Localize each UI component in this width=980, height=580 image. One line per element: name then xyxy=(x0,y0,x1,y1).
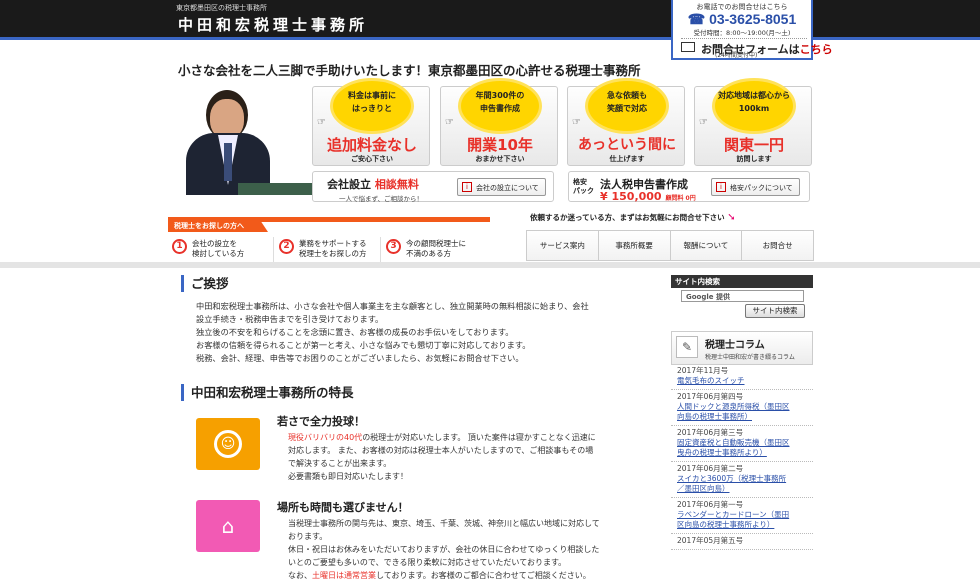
mail-icon xyxy=(681,42,695,52)
phone-number: 03-3625-8051 xyxy=(709,11,797,27)
finder-item-setup[interactable]: 1 会社の設立を 検討している方 xyxy=(168,237,274,265)
greeting-text: 中田和宏税理士事務所は、小さな会社や個人事業主を主な顧客とし、独立開業時の無料相… xyxy=(196,301,589,363)
global-nav: サービス案内 事務所概要 報酬について お問合せ xyxy=(526,230,814,261)
promo-headline: 関東一円 xyxy=(723,136,784,154)
feature-title: 場所も時間も選びません！ xyxy=(277,501,409,514)
list-item: 2017年06月第一号 ラベンダーとカードローン（墨田 区向島の税理士事務所より… xyxy=(671,498,813,534)
arrow-down-icon: ➘ xyxy=(727,212,736,223)
promo-sub: 訪問します xyxy=(736,155,772,163)
promo-top: 急な依頼も xyxy=(607,91,647,100)
column-header[interactable]: ✎ 税理士コラム 税理士中田和宏が書き綴るコラム xyxy=(671,331,813,365)
feature-text: 当税理士事務所の関与先は、東京、埼玉、千葉、茨城、神奈川と幅広い地域に対応して … xyxy=(288,519,600,580)
finder-item-support[interactable]: 2 業務をサポートする 税理士をお探しの方 xyxy=(275,237,381,265)
site-search-header: サイト内検索 xyxy=(671,275,813,288)
number-badge: 1 xyxy=(172,239,187,254)
form-hours: (24時間受付中) xyxy=(715,52,758,59)
doc-icon: i xyxy=(716,182,726,192)
promo-mid: はっきりと xyxy=(352,104,392,113)
feature-text: 現役バリバリの40代の税理士が対応いたします。 頂いた案件は寝かすことなく迅速に… xyxy=(288,433,596,481)
search-input[interactable]: Google 提供 xyxy=(681,290,804,302)
company-setup-banner: 会社設立 相談無料 一人で悩まず、ご相談から！ i 会社の設立について xyxy=(312,171,554,203)
number-badge: 3 xyxy=(386,239,401,254)
page: 東京都墨田区の税理士事務所 中田和宏税理士事務所 お電話でのお問合せはこちら ☎… xyxy=(0,0,980,580)
promo-area[interactable]: 対応地域は都心から 100km ☞ 関東一円 訪問します xyxy=(694,81,812,166)
nav-services[interactable]: サービス案内 xyxy=(527,231,599,260)
finder-item-unhappy[interactable]: 3 今の顧問税理士に 不満のある方 xyxy=(382,237,488,265)
doc-icon: i xyxy=(462,182,472,192)
column-sub: 税理士中田和宏が書き綴るコラム xyxy=(705,354,795,361)
setup-title: 会社設立 相談無料 xyxy=(327,178,419,191)
finder-panel: 税理士をお探しの方へ 1 会社の設立を 検討している方 2 業務をサポートする 税理… xyxy=(168,217,490,265)
feature-title: 若さで全力投球！ xyxy=(277,415,365,428)
promo-10-years[interactable]: 年間300件の 申告書作成 ☞ 開業10年 おまかせ下さい xyxy=(440,81,558,166)
list-item: 2017年11月号 電気毛布のスイッチ xyxy=(671,364,813,390)
column-title: 税理士コラム xyxy=(705,340,765,351)
pen-icon: ✎ xyxy=(676,336,698,358)
promo-mid: 100km xyxy=(738,104,770,113)
tax-price: ¥ 150,000 顧問料 0円 xyxy=(600,190,696,203)
promo-sub: ご安心下さい xyxy=(351,155,393,163)
site-header: 東京都墨田区の税理士事務所 中田和宏税理士事務所 xyxy=(0,0,980,40)
page-slogan: 小さな会社を二人三脚で手助けいたします！東京都墨田区の心許せる税理士事務所 xyxy=(178,63,641,78)
promo-fast[interactable]: 急な依頼も笑顔で対応 ☞ あっという間に 仕上げます xyxy=(567,81,685,166)
promo-no-extra-fee[interactable]: 料金は事前に はっきりと ☞ 追加料金なし ご安心下さい xyxy=(312,81,430,166)
pointing-hand-icon: ☞ xyxy=(572,117,581,128)
home-icon: ⌂ xyxy=(221,514,235,538)
contact-form-link[interactable]: お問合せフォームはこちら (24時間受付中) xyxy=(681,38,833,59)
promo-top: 対応地域は都心から xyxy=(718,91,790,100)
accountant-photo xyxy=(178,85,318,195)
promo-headline: 開業10年 xyxy=(467,136,533,154)
list-item: 2017年05月第五号 xyxy=(671,534,813,550)
site-logo[interactable]: 中田和宏税理士事務所 xyxy=(178,14,368,35)
finder-label: 税理士をお探しの方へ xyxy=(168,220,268,232)
contact-phone[interactable]: ☎ 03-3625-8051 xyxy=(673,12,811,27)
promo-top: 年間300件の xyxy=(475,91,525,100)
promo-headline: あっという間に xyxy=(578,137,676,153)
greeting-heading: ご挨拶 xyxy=(181,275,229,292)
promo-sub: 仕上げます xyxy=(609,155,645,163)
tax-pack-banner: 格安 パック 法人税申告書作成 ¥ 150,000 顧問料 0円 i 格安パックにつ… xyxy=(568,171,810,203)
number-badge: 2 xyxy=(279,239,294,254)
promo-top: 料金は事前に xyxy=(348,91,396,100)
promo-mid: 申告書作成 xyxy=(480,104,520,113)
contact-box: お電話でのお問合せはこちら ☎ 03-3625-8051 受付時間：8:00～1… xyxy=(671,0,833,60)
setup-sub: 一人で悩まず、ご相談から！ xyxy=(339,195,424,203)
list-item: 2017年06月第三号 固定資産税と自動販売機（墨田区 曳舟の税理士事務所より） xyxy=(671,426,813,462)
nav-contact[interactable]: お問合せ xyxy=(742,231,813,260)
list-item: 2017年06月第二号 スイカと3600万（税理士事務所 ／墨田区向島） xyxy=(671,462,813,498)
promo-mid: 笑顔で対応 xyxy=(607,104,647,113)
nav-fees[interactable]: 報酬について xyxy=(671,231,743,260)
column-list: 2017年11月号 電気毛布のスイッチ 2017年06月第四号 人間ドックと源泉… xyxy=(671,364,813,550)
search-button[interactable]: サイト内検索 xyxy=(745,304,805,318)
header-tagline: 東京都墨田区の税理士事務所 xyxy=(176,4,267,12)
pointing-hand-icon: ☞ xyxy=(445,117,454,128)
feature-icon-smile: ☺ xyxy=(196,418,260,470)
smile-icon: ☺ xyxy=(214,430,242,458)
form-link[interactable]: こちら xyxy=(800,43,833,56)
promo-sub: おまかせ下さい xyxy=(475,155,525,163)
nav-office[interactable]: 事務所概要 xyxy=(599,231,671,260)
features-heading: 中田和宏税理士事務所の特長 xyxy=(181,384,354,401)
pointing-hand-icon: ☞ xyxy=(317,117,326,128)
pack-label: 格安 パック xyxy=(573,178,594,195)
promo-headline: 追加料金なし xyxy=(326,136,417,154)
contact-hours: 受付時間：8:00～19:00(月～土) xyxy=(693,29,791,37)
list-item: 2017年06月第四号 人間ドックと源泉所得税（墨田区 向島の税理士事務所） xyxy=(671,390,813,426)
inquiry-prompt: 依頼するか迷っている方、まずはお気軽にお問合せ下さい ➘ xyxy=(530,212,736,223)
pointing-hand-icon: ☞ xyxy=(699,117,708,128)
divider-band xyxy=(0,262,980,268)
cheap-pack-button[interactable]: i 格安パックについて xyxy=(711,178,800,196)
feature-icon-home: ⌂ xyxy=(196,500,260,552)
company-setup-button[interactable]: i 会社の設立について xyxy=(457,178,546,196)
